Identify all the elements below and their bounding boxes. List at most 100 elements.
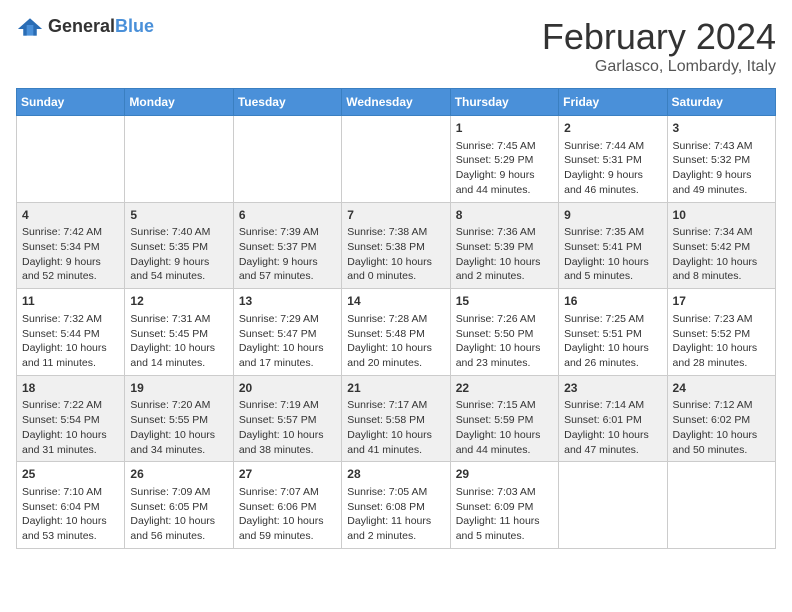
table-cell: 12Sunrise: 7:31 AM Sunset: 5:45 PM Dayli… <box>125 289 233 376</box>
day-number: 15 <box>456 293 553 310</box>
day-number: 27 <box>239 466 336 483</box>
day-info: Sunrise: 7:25 AM Sunset: 5:51 PM Dayligh… <box>564 312 661 371</box>
day-number: 6 <box>239 207 336 224</box>
week-row-1: 1Sunrise: 7:45 AM Sunset: 5:29 PM Daylig… <box>17 116 776 203</box>
day-info: Sunrise: 7:44 AM Sunset: 5:31 PM Dayligh… <box>564 139 661 198</box>
week-row-4: 18Sunrise: 7:22 AM Sunset: 5:54 PM Dayli… <box>17 375 776 462</box>
day-info: Sunrise: 7:40 AM Sunset: 5:35 PM Dayligh… <box>130 225 227 284</box>
day-number: 9 <box>564 207 661 224</box>
day-number: 10 <box>673 207 770 224</box>
table-cell: 19Sunrise: 7:20 AM Sunset: 5:55 PM Dayli… <box>125 375 233 462</box>
day-number: 29 <box>456 466 553 483</box>
day-info: Sunrise: 7:17 AM Sunset: 5:58 PM Dayligh… <box>347 398 444 457</box>
day-number: 14 <box>347 293 444 310</box>
table-cell: 29 Sunrise: 7:03 AM Sunset: 6:09 PM Dayli… <box>450 462 558 549</box>
table-cell: 28 Sunrise: 7:05 AM Sunset: 6:08 PM Dayli… <box>342 462 450 549</box>
day-number: 3 <box>673 120 770 137</box>
day-info: Sunrise: 7:23 AM Sunset: 5:52 PM Dayligh… <box>673 312 770 371</box>
table-cell: 8Sunrise: 7:36 AM Sunset: 5:39 PM Daylig… <box>450 202 558 289</box>
table-cell: 11Sunrise: 7:32 AM Sunset: 5:44 PM Dayli… <box>17 289 125 376</box>
table-cell: 3 Sunrise: 7:43 AM Sunset: 5:32 PM Daylig… <box>667 116 775 203</box>
day-info: Sunrise: 7:20 AM Sunset: 5:55 PM Dayligh… <box>130 398 227 457</box>
table-cell <box>667 462 775 549</box>
table-cell: 13 Sunrise: 7:29 AM Sunset: 5:47 PM Dayli… <box>233 289 341 376</box>
day-info: Sunrise: 7:19 AM Sunset: 5:57 PM Dayligh… <box>239 398 336 457</box>
day-info: Sunrise: 7:05 AM Sunset: 6:08 PM Dayligh… <box>347 485 444 544</box>
table-cell: 26 Sunrise: 7:09 AM Sunset: 6:05 PM Dayli… <box>125 462 233 549</box>
day-number: 4 <box>22 207 119 224</box>
header-col-monday: Monday <box>125 89 233 116</box>
header-col-thursday: Thursday <box>450 89 558 116</box>
header: GeneralBlue February 2024 Garlasco, Lomb… <box>16 16 776 76</box>
header-col-tuesday: Tuesday <box>233 89 341 116</box>
table-cell <box>125 116 233 203</box>
sub-title: Garlasco, Lombardy, Italy <box>542 58 776 76</box>
table-cell: 15 Sunrise: 7:26 AM Sunset: 5:50 PM Dayli… <box>450 289 558 376</box>
day-info: Sunrise: 7:07 AM Sunset: 6:06 PM Dayligh… <box>239 485 336 544</box>
day-number: 17 <box>673 293 770 310</box>
logo: GeneralBlue <box>16 16 154 37</box>
day-info: Sunrise: 7:38 AM Sunset: 5:38 PM Dayligh… <box>347 225 444 284</box>
day-info: Sunrise: 7:03 AM Sunset: 6:09 PM Dayligh… <box>456 485 553 544</box>
table-cell: 14 Sunrise: 7:28 AM Sunset: 5:48 PM Dayli… <box>342 289 450 376</box>
table-cell: 9Sunrise: 7:35 AM Sunset: 5:41 PM Daylig… <box>559 202 667 289</box>
day-info: Sunrise: 7:29 AM Sunset: 5:47 PM Dayligh… <box>239 312 336 371</box>
logo-blue: Blue <box>115 16 154 36</box>
week-row-2: 4Sunrise: 7:42 AM Sunset: 5:34 PM Daylig… <box>17 202 776 289</box>
table-cell: 23Sunrise: 7:14 AM Sunset: 6:01 PM Dayli… <box>559 375 667 462</box>
day-info: Sunrise: 7:35 AM Sunset: 5:41 PM Dayligh… <box>564 225 661 284</box>
table-cell: 5Sunrise: 7:40 AM Sunset: 5:35 PM Daylig… <box>125 202 233 289</box>
week-row-5: 25 Sunrise: 7:10 AM Sunset: 6:04 PM Dayli… <box>17 462 776 549</box>
day-info: Sunrise: 7:31 AM Sunset: 5:45 PM Dayligh… <box>130 312 227 371</box>
day-info: Sunrise: 7:09 AM Sunset: 6:05 PM Dayligh… <box>130 485 227 544</box>
table-cell: 27 Sunrise: 7:07 AM Sunset: 6:06 PM Dayli… <box>233 462 341 549</box>
day-info: Sunrise: 7:42 AM Sunset: 5:34 PM Dayligh… <box>22 225 119 284</box>
day-number: 5 <box>130 207 227 224</box>
table-cell: 10Sunrise: 7:34 AM Sunset: 5:42 PM Dayli… <box>667 202 775 289</box>
week-row-3: 11Sunrise: 7:32 AM Sunset: 5:44 PM Dayli… <box>17 289 776 376</box>
header-col-sunday: Sunday <box>17 89 125 116</box>
day-number: 16 <box>564 293 661 310</box>
table-cell: 2 Sunrise: 7:44 AM Sunset: 5:31 PM Daylig… <box>559 116 667 203</box>
day-number: 8 <box>456 207 553 224</box>
table-cell <box>559 462 667 549</box>
logo-general: General <box>48 16 115 36</box>
header-col-saturday: Saturday <box>667 89 775 116</box>
table-cell: 20Sunrise: 7:19 AM Sunset: 5:57 PM Dayli… <box>233 375 341 462</box>
calendar-table: SundayMondayTuesdayWednesdayThursdayFrid… <box>16 88 776 549</box>
day-info: Sunrise: 7:39 AM Sunset: 5:37 PM Dayligh… <box>239 225 336 284</box>
table-cell <box>342 116 450 203</box>
title-area: February 2024 Garlasco, Lombardy, Italy <box>542 16 776 76</box>
day-info: Sunrise: 7:28 AM Sunset: 5:48 PM Dayligh… <box>347 312 444 371</box>
table-cell: 24Sunrise: 7:12 AM Sunset: 6:02 PM Dayli… <box>667 375 775 462</box>
day-number: 19 <box>130 380 227 397</box>
day-number: 23 <box>564 380 661 397</box>
day-info: Sunrise: 7:26 AM Sunset: 5:50 PM Dayligh… <box>456 312 553 371</box>
day-number: 20 <box>239 380 336 397</box>
day-number: 1 <box>456 120 553 137</box>
day-info: Sunrise: 7:43 AM Sunset: 5:32 PM Dayligh… <box>673 139 770 198</box>
day-info: Sunrise: 7:10 AM Sunset: 6:04 PM Dayligh… <box>22 485 119 544</box>
day-number: 13 <box>239 293 336 310</box>
day-number: 21 <box>347 380 444 397</box>
day-info: Sunrise: 7:14 AM Sunset: 6:01 PM Dayligh… <box>564 398 661 457</box>
day-number: 18 <box>22 380 119 397</box>
day-number: 2 <box>564 120 661 137</box>
table-cell: 22Sunrise: 7:15 AM Sunset: 5:59 PM Dayli… <box>450 375 558 462</box>
table-cell: 4Sunrise: 7:42 AM Sunset: 5:34 PM Daylig… <box>17 202 125 289</box>
header-col-friday: Friday <box>559 89 667 116</box>
day-info: Sunrise: 7:15 AM Sunset: 5:59 PM Dayligh… <box>456 398 553 457</box>
day-info: Sunrise: 7:36 AM Sunset: 5:39 PM Dayligh… <box>456 225 553 284</box>
table-cell: 16 Sunrise: 7:25 AM Sunset: 5:51 PM Dayli… <box>559 289 667 376</box>
table-cell: 6Sunrise: 7:39 AM Sunset: 5:37 PM Daylig… <box>233 202 341 289</box>
day-info: Sunrise: 7:34 AM Sunset: 5:42 PM Dayligh… <box>673 225 770 284</box>
table-cell <box>233 116 341 203</box>
logo-icon <box>16 17 44 37</box>
day-number: 22 <box>456 380 553 397</box>
table-cell: 1Sunrise: 7:45 AM Sunset: 5:29 PM Daylig… <box>450 116 558 203</box>
day-number: 28 <box>347 466 444 483</box>
day-number: 26 <box>130 466 227 483</box>
day-number: 25 <box>22 466 119 483</box>
day-info: Sunrise: 7:12 AM Sunset: 6:02 PM Dayligh… <box>673 398 770 457</box>
header-col-wednesday: Wednesday <box>342 89 450 116</box>
